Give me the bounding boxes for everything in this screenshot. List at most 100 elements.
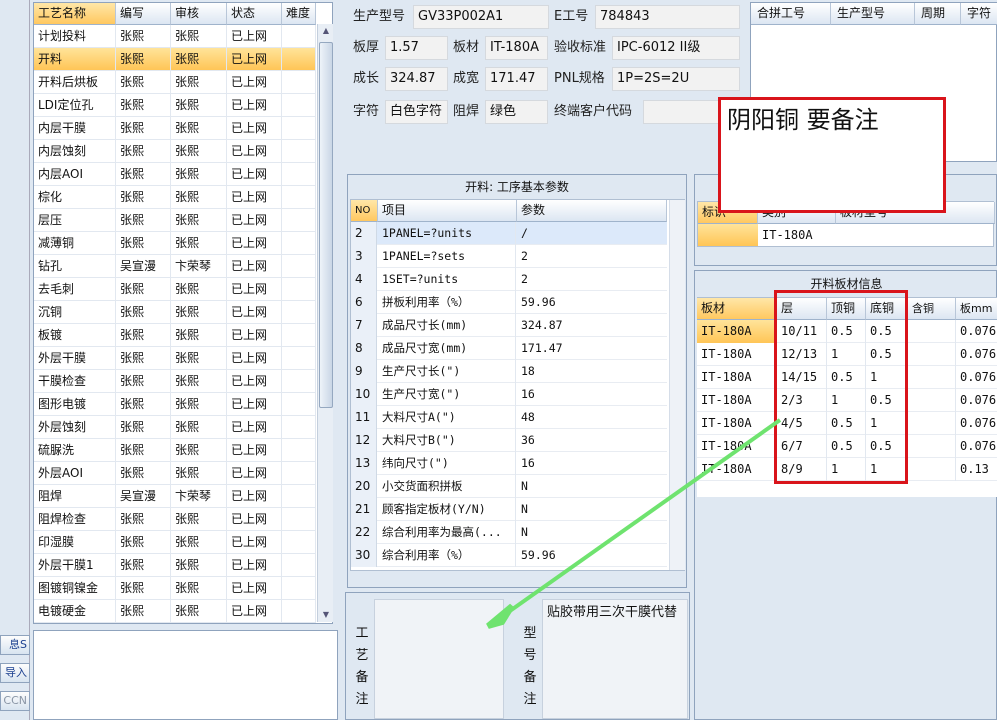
process-name-cell[interactable]: 开料 (34, 48, 116, 71)
status-cell[interactable]: 已上网 (227, 370, 282, 393)
info-button[interactable]: 息S (0, 635, 30, 655)
difficulty-cell[interactable] (282, 554, 316, 577)
table-row[interactable]: 内层AOI 张熙 张熙 已上网 (34, 163, 316, 186)
table-row[interactable]: 6 拼板利用率（%） 59.96 (351, 291, 667, 314)
table-row[interactable]: 20 小交货面积拼板 N (351, 475, 667, 498)
author-cell[interactable]: 张熙 (116, 278, 171, 301)
table-row[interactable]: 外层AOI 张熙 张熙 已上网 (34, 462, 316, 485)
param-value-cell[interactable]: / (517, 222, 667, 245)
table-row[interactable]: 22 综合利用率为最高(... N (351, 521, 667, 544)
process-name-cell[interactable]: 内层AOI (34, 163, 116, 186)
status-cell[interactable]: 已上网 (227, 416, 282, 439)
param-item-cell[interactable]: 生产尺寸宽(") (378, 383, 516, 406)
process-name-cell[interactable]: 去毛刺 (34, 278, 116, 301)
col-copper-mm[interactable]: 含铜mm (908, 298, 956, 336)
param-item-cell[interactable]: 1SET=?units (378, 268, 516, 291)
author-cell[interactable]: 张熙 (116, 186, 171, 209)
material-field[interactable]: IT-180A (485, 36, 548, 60)
param-no-cell[interactable]: 11 (351, 406, 377, 429)
difficulty-cell[interactable] (282, 370, 316, 393)
status-cell[interactable]: 已上网 (227, 393, 282, 416)
model-remark-field[interactable]: 贴胶带用三次干膜代替 (542, 599, 688, 719)
status-cell[interactable]: 已上网 (227, 209, 282, 232)
status-cell[interactable]: 已上网 (227, 48, 282, 71)
board-mm-cell[interactable]: 0.076 (956, 320, 997, 343)
param-value-cell[interactable]: 36 (517, 429, 667, 452)
board-mm-cell[interactable]: 0.076 (956, 343, 997, 366)
table-row[interactable]: 去毛刺 张熙 张熙 已上网 (34, 278, 316, 301)
process-name-cell[interactable]: 外层蚀刻 (34, 416, 116, 439)
table-row[interactable]: 外层干膜1 张熙 张熙 已上网 (34, 554, 316, 577)
params-scroll-track[interactable] (669, 200, 685, 570)
difficulty-cell[interactable] (282, 393, 316, 416)
process-name-cell[interactable]: 外层干膜1 (34, 554, 116, 577)
ccn-button[interactable]: CCN (0, 691, 30, 711)
table-row[interactable]: 沉铜 张熙 张熙 已上网 (34, 301, 316, 324)
param-item-cell[interactable]: 综合利用率（%） (378, 544, 516, 567)
param-item-cell[interactable]: 生产尺寸长(") (378, 360, 516, 383)
table-row[interactable]: 7 成品尺寸长(mm) 324.87 (351, 314, 667, 337)
table-row[interactable]: 棕化 张熙 张熙 已上网 (34, 186, 316, 209)
param-no-cell[interactable]: 7 (351, 314, 377, 337)
table-row[interactable]: 12 大料尺寸B(") 36 (351, 429, 667, 452)
reviewer-cell[interactable]: 张熙 (171, 577, 227, 600)
e-no-field[interactable]: 784843 (595, 5, 740, 29)
param-no-cell[interactable]: 9 (351, 360, 377, 383)
table-row[interactable]: 4 1SET=?units 2 (351, 268, 667, 291)
param-value-cell[interactable]: 59.96 (517, 544, 667, 567)
author-cell[interactable]: 张熙 (116, 347, 171, 370)
reviewer-cell[interactable]: 张熙 (171, 370, 227, 393)
reviewer-cell[interactable]: 张熙 (171, 462, 227, 485)
difficulty-cell[interactable] (282, 94, 316, 117)
difficulty-cell[interactable] (282, 71, 316, 94)
process-name-cell[interactable]: 层压 (34, 209, 116, 232)
col-board[interactable]: 板材 (697, 298, 777, 320)
table-row[interactable]: 13 纬向尺寸(") 16 (351, 452, 667, 475)
process-name-cell[interactable]: 阻焊 (34, 485, 116, 508)
status-cell[interactable]: 已上网 (227, 301, 282, 324)
param-item-cell[interactable]: 1PANEL=?sets (378, 245, 516, 268)
param-no-cell[interactable]: 30 (351, 544, 377, 567)
import-button[interactable]: 导入 (0, 663, 30, 683)
length-field[interactable]: 324.87 (385, 67, 448, 91)
param-no-cell[interactable]: 10 (351, 383, 377, 406)
difficulty-cell[interactable] (282, 531, 316, 554)
difficulty-cell[interactable] (282, 163, 316, 186)
difficulty-cell[interactable] (282, 278, 316, 301)
status-cell[interactable]: 已上网 (227, 278, 282, 301)
param-no-cell[interactable]: 3 (351, 245, 377, 268)
difficulty-cell[interactable] (282, 439, 316, 462)
table-row[interactable]: 图形电镀 张熙 张熙 已上网 (34, 393, 316, 416)
param-no-cell[interactable]: 4 (351, 268, 377, 291)
process-remark-field[interactable] (374, 599, 504, 719)
author-cell[interactable]: 张熙 (116, 71, 171, 94)
reviewer-cell[interactable]: 卞荣琴 (171, 485, 227, 508)
status-cell[interactable]: 已上网 (227, 600, 282, 623)
table-row[interactable]: 印湿膜 张熙 张熙 已上网 (34, 531, 316, 554)
author-cell[interactable]: 张熙 (116, 508, 171, 531)
difficulty-cell[interactable] (282, 324, 316, 347)
reviewer-cell[interactable]: 张熙 (171, 347, 227, 370)
param-no-cell[interactable]: 12 (351, 429, 377, 452)
author-cell[interactable]: 吴宣漫 (116, 255, 171, 278)
process-name-cell[interactable]: 阻焊检查 (34, 508, 116, 531)
author-cell[interactable]: 张熙 (116, 577, 171, 600)
status-cell[interactable]: 已上网 (227, 232, 282, 255)
board-cell[interactable]: IT-180A (697, 320, 777, 343)
author-cell[interactable]: 吴宣漫 (116, 485, 171, 508)
param-item-cell[interactable]: 成品尺寸长(mm) (378, 314, 516, 337)
process-name-cell[interactable]: 内层干膜 (34, 117, 116, 140)
table-row[interactable]: 11 大料尺寸A(") 48 (351, 406, 667, 429)
author-cell[interactable]: 张熙 (116, 209, 171, 232)
status-cell[interactable]: 已上网 (227, 255, 282, 278)
table-row[interactable]: 计划投料 张熙 张熙 已上网 (34, 25, 316, 48)
param-value-cell[interactable]: 16 (517, 452, 667, 475)
status-cell[interactable]: 已上网 (227, 577, 282, 600)
author-cell[interactable]: 张熙 (116, 324, 171, 347)
col-combined-char[interactable]: 字符 (961, 3, 997, 25)
difficulty-cell[interactable] (282, 232, 316, 255)
difficulty-cell[interactable] (282, 577, 316, 600)
param-item-cell[interactable]: 顾客指定板材(Y/N) (378, 498, 516, 521)
author-cell[interactable]: 张熙 (116, 554, 171, 577)
param-no-cell[interactable]: 22 (351, 521, 377, 544)
